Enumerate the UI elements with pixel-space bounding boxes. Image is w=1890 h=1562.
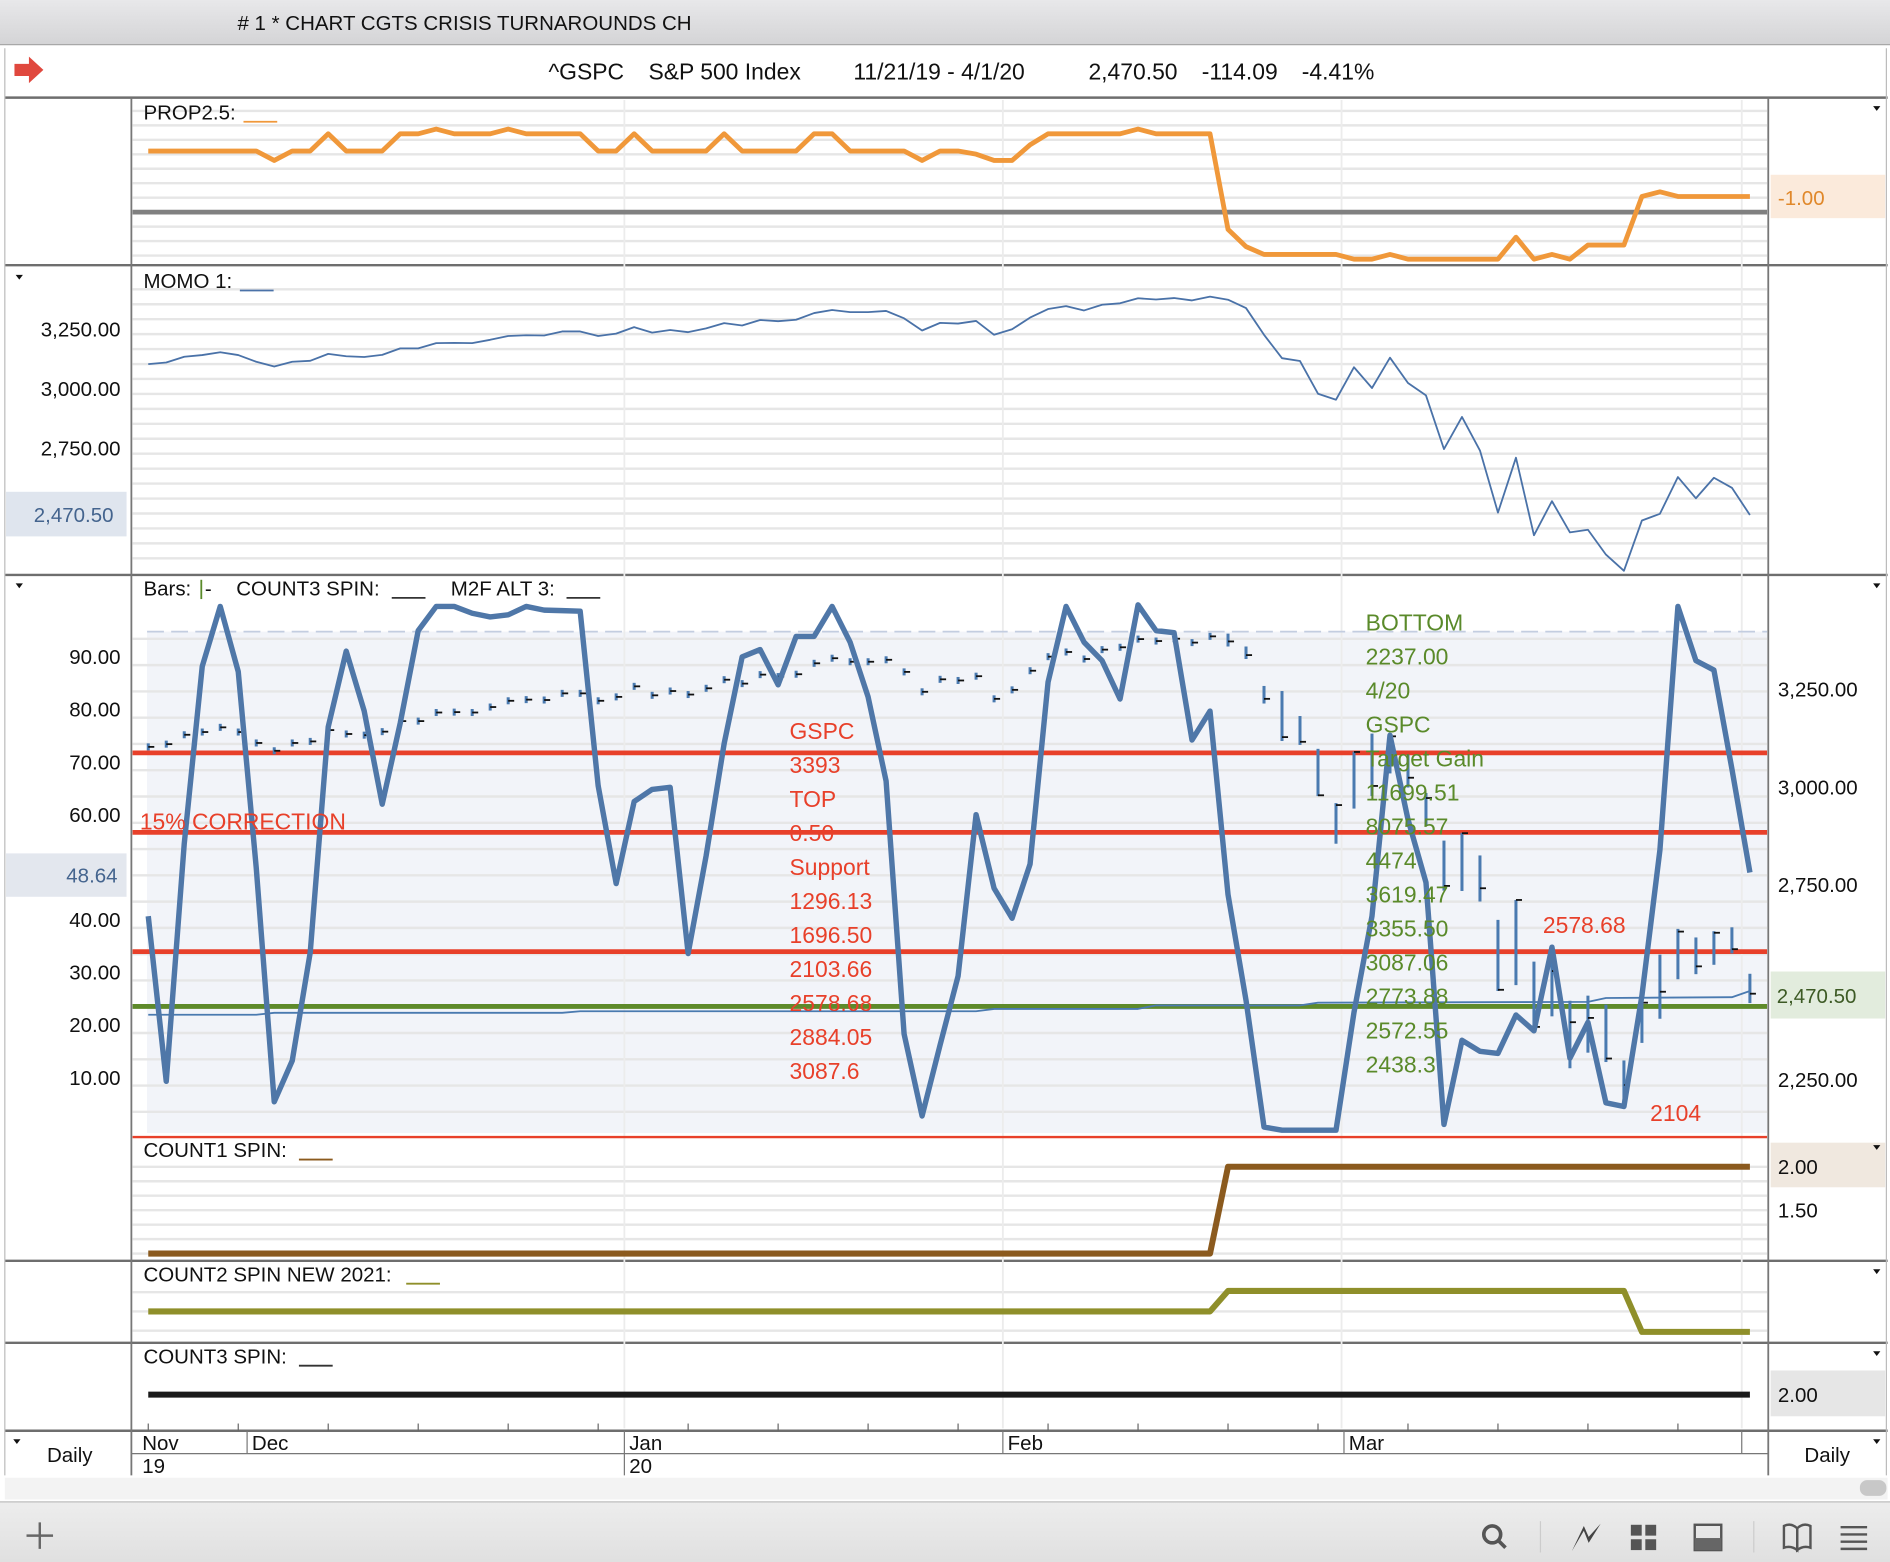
price-change: -114.09 — [1202, 59, 1278, 85]
bars-label: Bars: — [143, 577, 191, 600]
oscillator-axis-tick: 40.00 — [69, 909, 120, 932]
month-jan: Jan — [629, 1432, 662, 1455]
main-plot-area — [147, 631, 1768, 1134]
momo-line — [148, 295, 1751, 572]
green-note: BOTTOM — [1366, 609, 1464, 635]
red-note: 3087.6 — [790, 1058, 860, 1084]
count2-panel-label: COUNT2 SPIN NEW 2021: — [143, 1263, 391, 1286]
chart-canvas[interactable]: # 1 * CHART CGTS CRISIS TURNAROUNDS CH ^… — [0, 0, 1890, 1562]
red-note: Support — [790, 854, 871, 880]
red-note: GSPC — [790, 718, 855, 744]
svg-text:2,470.50: 2,470.50 — [34, 504, 114, 527]
red-right-arrow-icon[interactable] — [14, 56, 44, 84]
year-19: 19 — [142, 1455, 165, 1478]
green-note: 3087.06 — [1366, 949, 1449, 975]
month-mar: Mar — [1349, 1432, 1384, 1455]
month-nov: Nov — [142, 1432, 179, 1455]
bottom-toolbar — [0, 1501, 1890, 1562]
momo-axis-tick: 3,000.00 — [41, 378, 121, 401]
prop-line — [148, 126, 1750, 262]
svg-text:2.00: 2.00 — [1778, 1384, 1818, 1407]
price-axis-tick: 3,000.00 — [1778, 776, 1858, 799]
time-axis[interactable]: Nov Dec Jan Feb Mar 19 20 — [131, 1430, 1769, 1478]
month-dec: Dec — [252, 1432, 288, 1455]
red-note: 2578.68 — [790, 990, 873, 1016]
green-note: 3355.50 — [1366, 915, 1449, 941]
date-range: 11/21/19 - 4/1/20 — [853, 59, 1024, 85]
svg-text:2.00: 2.00 — [1778, 1156, 1818, 1179]
green-note: 2438.3 — [1366, 1051, 1436, 1077]
chart-window: # 1 * CHART CGTS CRISIS TURNAROUNDS CH ^… — [0, 0, 1890, 1562]
oscillator-axis-tick: 90.00 — [69, 646, 120, 669]
momo-axis-tick: 3,250.00 — [41, 318, 121, 341]
instrument-name: S&P 500 Index — [648, 59, 801, 85]
month-feb: Feb — [1008, 1432, 1043, 1455]
last-price: 2,470.50 — [1088, 59, 1177, 85]
peak-label: 2578.68 — [1543, 912, 1626, 938]
green-note: 11699.51 — [1366, 779, 1460, 805]
green-note: Target Gain — [1366, 745, 1484, 771]
oscillator-axis-tick: 60.00 — [69, 804, 120, 827]
count3-panel-label: COUNT3 SPIN: — [143, 1345, 286, 1368]
green-note: 4474 — [1366, 847, 1417, 873]
scrollbar-thumb[interactable] — [1859, 1480, 1887, 1496]
green-note: 2773.88 — [1366, 983, 1449, 1009]
svg-text:-: - — [205, 577, 212, 600]
green-note: 3619.47 — [1366, 881, 1449, 907]
red-note: 1296.13 — [790, 888, 873, 914]
oscillator-axis-tick: 70.00 — [69, 751, 120, 774]
oscillator-axis-tick: 80.00 — [69, 699, 120, 722]
momo-axis-tick: 2,750.00 — [41, 438, 121, 461]
price-axis-tick: 2,750.00 — [1778, 874, 1858, 897]
momo-panel-label: MOMO 1: — [143, 270, 232, 293]
year-20: 20 — [629, 1455, 652, 1478]
period-select-right[interactable]: Daily — [1804, 1444, 1850, 1467]
symbol: ^GSPC — [548, 59, 624, 85]
count3-spin-label: COUNT3 SPIN: — [236, 577, 379, 600]
period-select-left[interactable]: Daily — [47, 1444, 93, 1467]
price-axis-tick: 2,250.00 — [1778, 1069, 1858, 1092]
red-note: 3393 — [790, 752, 841, 778]
price-axis-tick: 3,250.00 — [1778, 679, 1858, 702]
window-title: # 1 * CHART CGTS CRISIS TURNAROUNDS CH — [237, 12, 691, 35]
red-note: TOP — [790, 786, 837, 812]
oscillator-axis-tick: 30.00 — [69, 962, 120, 985]
m2f-alt-label: M2F ALT 3: — [451, 577, 555, 600]
red-note: 0.50 — [790, 820, 835, 846]
red-note: 2884.05 — [790, 1024, 873, 1050]
green-note: 2572.55 — [1366, 1017, 1449, 1043]
svg-text:-1.00: -1.00 — [1778, 187, 1825, 210]
horizontal-scrollbar[interactable] — [4, 1477, 1888, 1500]
green-note: 4/20 — [1366, 677, 1411, 703]
oscillator-axis-tick: 20.00 — [69, 1014, 120, 1037]
svg-text:2,470.50: 2,470.50 — [1777, 985, 1857, 1008]
prop-panel-label: PROP2.5: — [143, 101, 235, 124]
green-note: GSPC — [1366, 711, 1431, 737]
oscillator-axis-tick: 10.00 — [69, 1067, 120, 1090]
header-quote: ^GSPC S&P 500 Index 11/21/19 - 4/1/20 2,… — [548, 59, 1374, 85]
svg-text:48.64: 48.64 — [66, 864, 117, 887]
green-note: 2237.00 — [1366, 643, 1449, 669]
svg-text:1.50: 1.50 — [1778, 1199, 1818, 1222]
green-note: 8075.57 — [1366, 813, 1449, 839]
red-note: 1696.50 — [790, 922, 873, 948]
price-change-percent: -4.41% — [1302, 59, 1375, 85]
correction-label: 15% CORRECTION — [140, 808, 346, 834]
red-note: 2103.66 — [790, 956, 873, 982]
count1-panel-label: COUNT1 SPIN: — [143, 1139, 286, 1162]
low-label: 2104 — [1650, 1100, 1701, 1126]
